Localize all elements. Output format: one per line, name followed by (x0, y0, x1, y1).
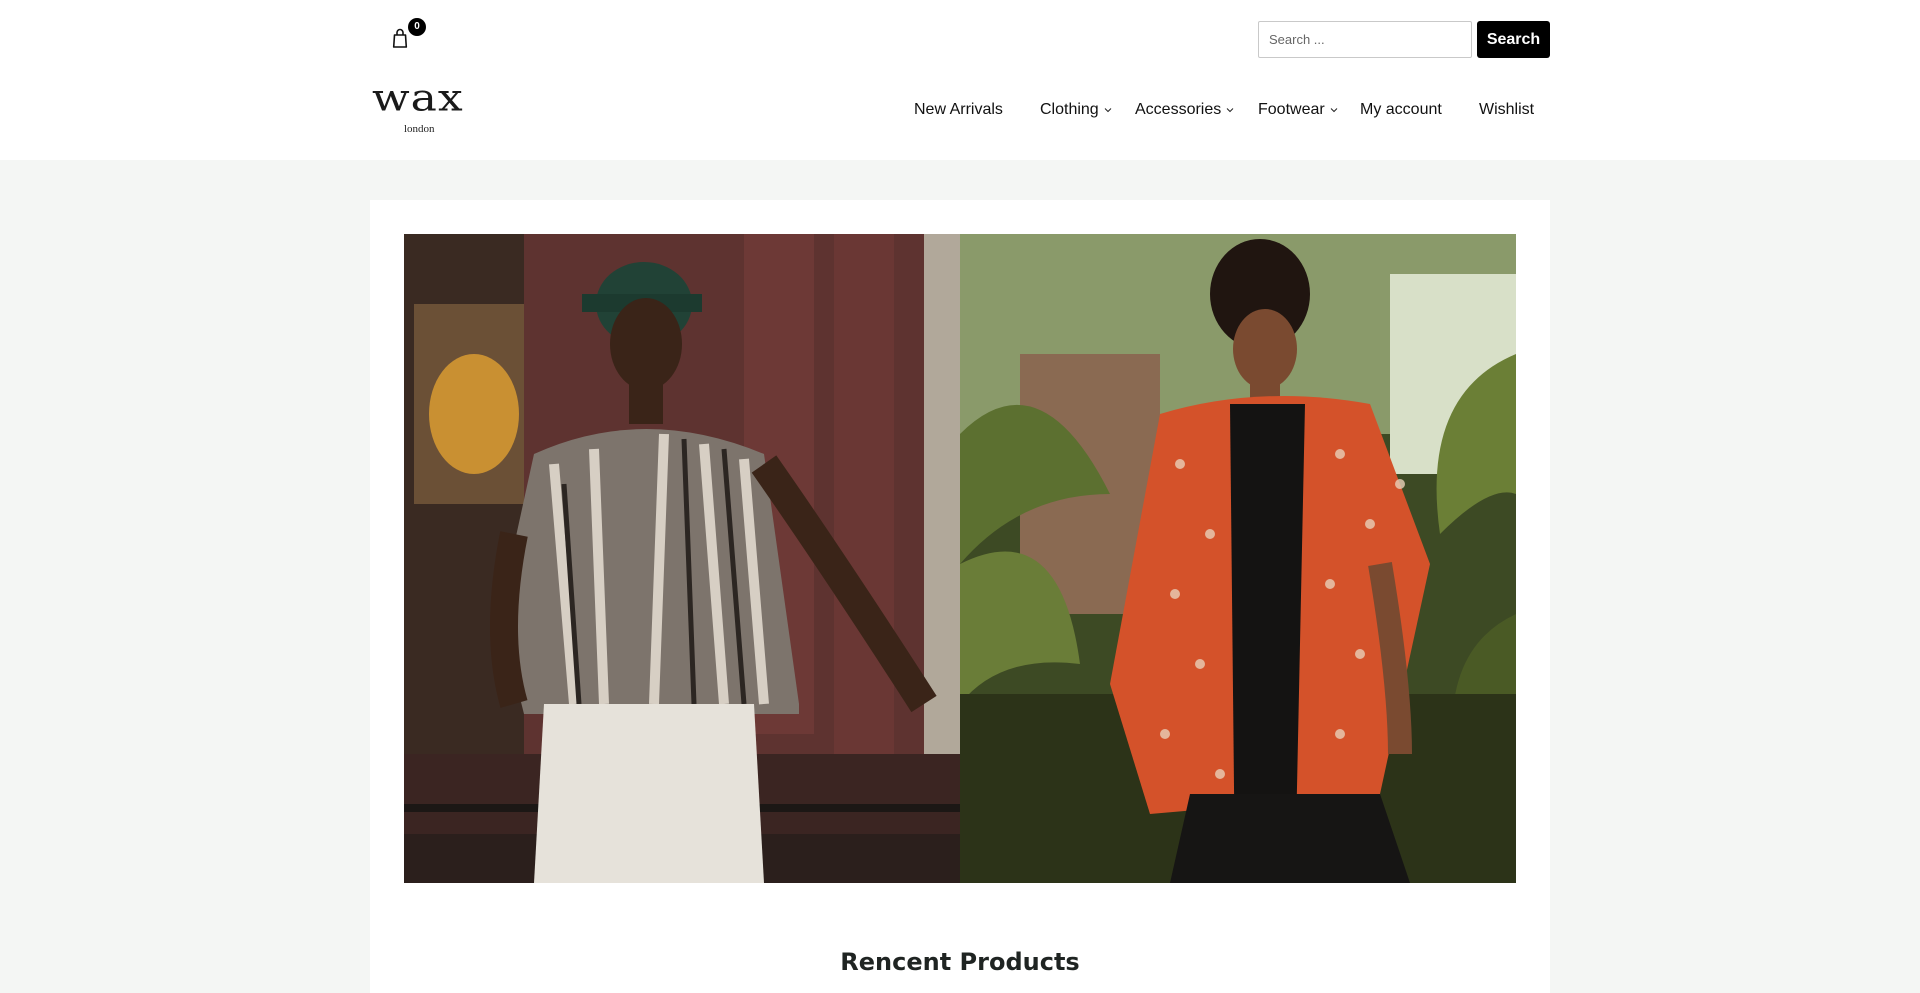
hero-banner[interactable] (404, 234, 1516, 883)
logo-wordmark: wax (372, 76, 464, 120)
site-logo[interactable]: wax london (372, 80, 472, 140)
nav-item-footwear[interactable]: Footwear (1258, 101, 1338, 119)
nav-item-label: Footwear (1258, 101, 1325, 118)
patterned-shirt-model-photo (404, 234, 960, 883)
cart-button[interactable]: 0 (388, 18, 426, 52)
nav-item-wishlist[interactable]: Wishlist (1479, 101, 1534, 119)
search-button[interactable]: Search (1477, 21, 1550, 58)
chevron-down-icon (1226, 106, 1234, 114)
nav-item-label: Clothing (1040, 101, 1099, 118)
nav-item-new-arrivals[interactable]: New Arrivals (914, 101, 1003, 119)
chevron-down-icon (1330, 106, 1338, 114)
recent-products-heading: Rencent Products (840, 948, 1080, 976)
chevron-down-icon (1104, 106, 1112, 114)
nav-item-label: New Arrivals (914, 101, 1003, 118)
logo-subtitle: london (404, 123, 435, 135)
nav-item-my-account[interactable]: My account (1360, 101, 1442, 119)
nav-item-label: Wishlist (1479, 101, 1535, 118)
nav-item-clothing[interactable]: Clothing (1040, 101, 1112, 119)
nav-item-label: My account (1360, 101, 1442, 118)
site-header: 0 Search wax london New Arrivals Clothin… (0, 0, 1920, 160)
cart-count-badge: 0 (408, 18, 426, 36)
main-content: Rencent Products (370, 200, 1550, 993)
nav-item-accessories[interactable]: Accessories (1135, 101, 1234, 119)
orange-shirt-model-photo (960, 234, 1516, 883)
search-input[interactable] (1258, 21, 1472, 58)
nav-item-label: Accessories (1135, 101, 1222, 118)
